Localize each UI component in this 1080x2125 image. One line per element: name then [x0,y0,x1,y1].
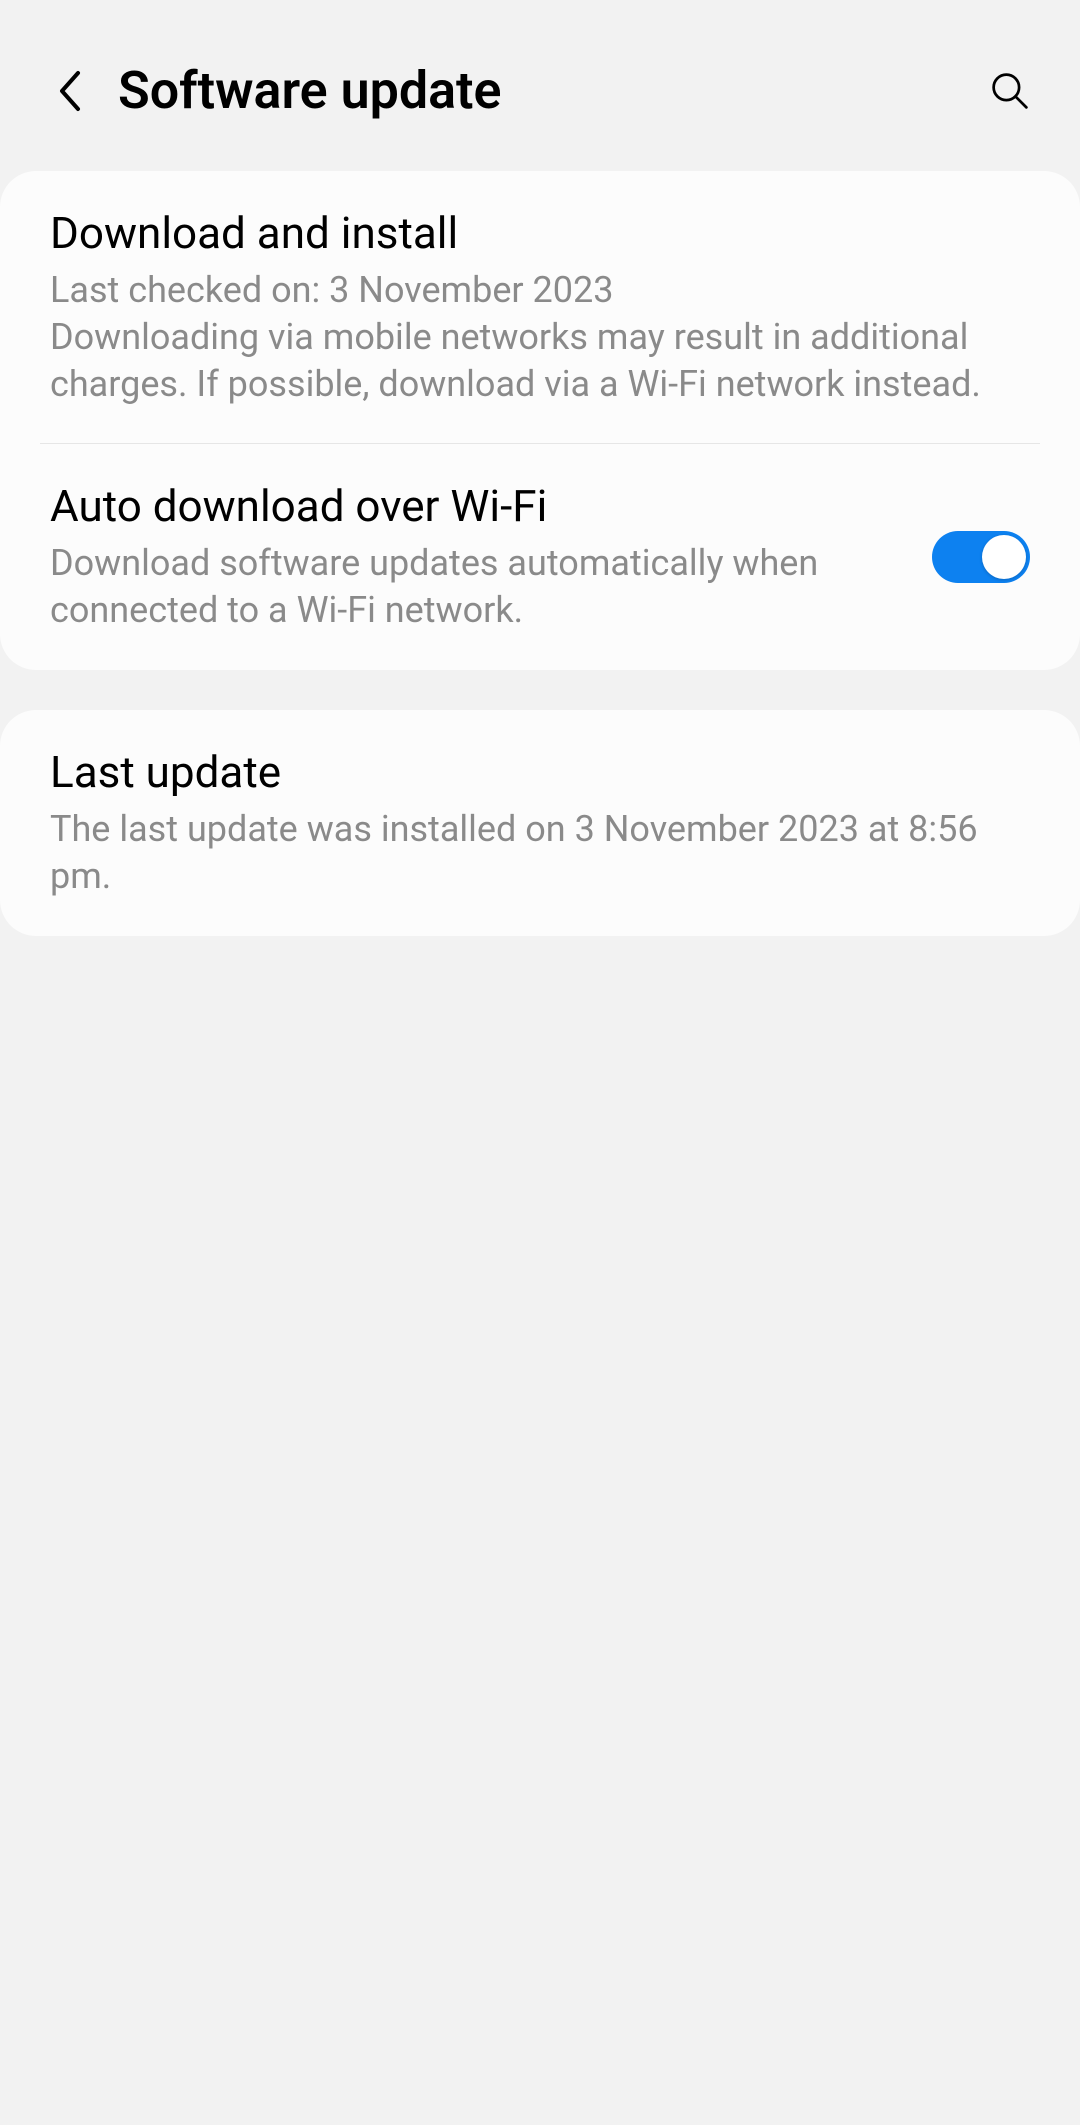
back-icon [56,69,84,113]
last-update-title: Last update [50,746,1030,798]
auto-download-item[interactable]: Auto download over Wi-Fi Download softwa… [0,444,1080,670]
settings-card-2: Last update The last update was installe… [0,710,1080,936]
last-update-description: The last update was installed on 3 Novem… [50,806,1030,900]
download-install-item[interactable]: Download and install Last checked on: 3 … [0,171,1080,443]
auto-download-description: Download software updates automatically … [50,540,902,634]
last-update-item[interactable]: Last update The last update was installe… [0,710,1080,936]
download-install-title: Download and install [50,207,1030,259]
search-button[interactable] [990,71,1030,111]
download-install-description: Last checked on: 3 November 2023 Downloa… [50,267,1030,407]
back-button[interactable] [50,71,90,111]
settings-card-1: Download and install Last checked on: 3 … [0,171,1080,670]
auto-download-toggle[interactable] [932,531,1030,583]
toggle-thumb [982,535,1026,579]
search-icon [990,69,1030,113]
auto-download-title: Auto download over Wi-Fi [50,480,902,532]
header: Software update [0,0,1080,171]
auto-download-content: Auto download over Wi-Fi Download softwa… [50,480,902,634]
page-title: Software update [118,60,990,121]
